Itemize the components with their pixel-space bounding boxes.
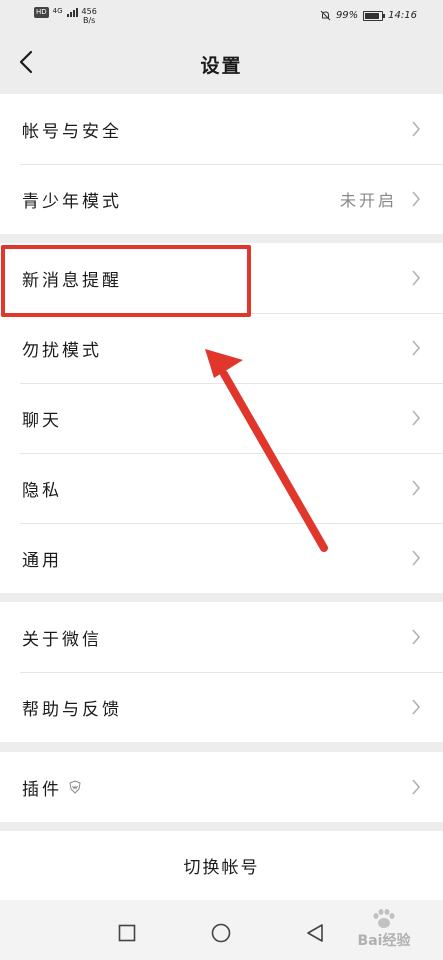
- watermark-text: Bai经验: [357, 933, 411, 949]
- status-right: 99% 14:16: [320, 10, 417, 21]
- home-button[interactable]: [210, 922, 232, 944]
- item-label: 隐私: [22, 480, 62, 501]
- chevron-right-icon: [412, 410, 421, 426]
- chevron-right-icon: [412, 779, 421, 795]
- network-speed: 456 B/s: [82, 7, 97, 25]
- settings-item-chat[interactable]: 聊天: [0, 383, 443, 453]
- highlight-annotation-box: [1, 245, 251, 317]
- recent-apps-button[interactable]: [116, 922, 138, 944]
- settings-item-teen-mode[interactable]: 青少年模式 未开启: [0, 164, 443, 234]
- teen-mode-status: 未开启: [339, 191, 397, 210]
- network-type: 4G: [52, 7, 63, 15]
- switch-account-button[interactable]: 切换帐号: [0, 831, 443, 900]
- item-label: 聊天: [22, 410, 62, 431]
- switch-account-label: 切换帐号: [183, 858, 260, 878]
- chevron-right-icon: [412, 191, 421, 207]
- speed-unit: B/s: [83, 16, 96, 25]
- chevron-right-icon: [412, 480, 421, 496]
- settings-item-privacy[interactable]: 隐私: [0, 453, 443, 523]
- item-label: 帮助与反馈: [22, 699, 122, 720]
- item-label: 帐号与安全: [22, 121, 122, 142]
- battery-percent: 99%: [335, 10, 359, 21]
- chevron-right-icon: [412, 699, 421, 715]
- battery-icon: [363, 10, 386, 21]
- system-back-button[interactable]: [304, 922, 326, 944]
- chevron-right-icon: [412, 550, 421, 566]
- settings-item-about-wechat[interactable]: 关于微信: [0, 602, 443, 672]
- settings-item-account-security[interactable]: 帐号与安全: [0, 94, 443, 164]
- item-label: 勿扰模式: [22, 340, 102, 361]
- chevron-right-icon: [412, 340, 421, 356]
- plugin-badge-icon: [69, 780, 81, 794]
- status-left: HD 4G 456 B/s: [34, 7, 97, 25]
- back-triangle-icon: [307, 924, 323, 942]
- page-title: 设置: [200, 55, 243, 77]
- hd-badge: HD: [34, 7, 49, 18]
- item-label: 青少年模式: [22, 191, 122, 212]
- home-icon: [211, 923, 231, 943]
- paw-logo-icon: [373, 909, 395, 928]
- item-label: 关于微信: [22, 629, 102, 650]
- nav-bar: 设置: [0, 34, 443, 92]
- settings-group-account: 帐号与安全 青少年模式 未开启: [0, 94, 443, 234]
- speed-value: 456: [81, 7, 97, 16]
- settings-group-about: 关于微信 帮助与反馈: [0, 602, 443, 742]
- settings-group-plugins: 插件: [0, 752, 443, 822]
- baidu-jingyan-watermark: Bai经验: [339, 908, 429, 952]
- clock: 14:16: [388, 10, 417, 21]
- chevron-right-icon: [412, 270, 421, 286]
- mute-bell-icon: [320, 10, 331, 21]
- settings-item-help-feedback[interactable]: 帮助与反馈: [0, 672, 443, 742]
- signal-icon: [66, 7, 78, 17]
- chevron-right-icon: [412, 629, 421, 645]
- recent-apps-icon: [118, 924, 136, 942]
- settings-item-plugins[interactable]: 插件: [0, 752, 443, 822]
- status-bar: HD 4G 456 B/s 99% 14:16: [0, 0, 443, 34]
- chevron-right-icon: [412, 121, 421, 137]
- settings-item-general[interactable]: 通用: [0, 523, 443, 593]
- item-label: 通用: [22, 550, 62, 571]
- item-label: 插件: [22, 779, 62, 800]
- settings-item-do-not-disturb[interactable]: 勿扰模式: [0, 313, 443, 383]
